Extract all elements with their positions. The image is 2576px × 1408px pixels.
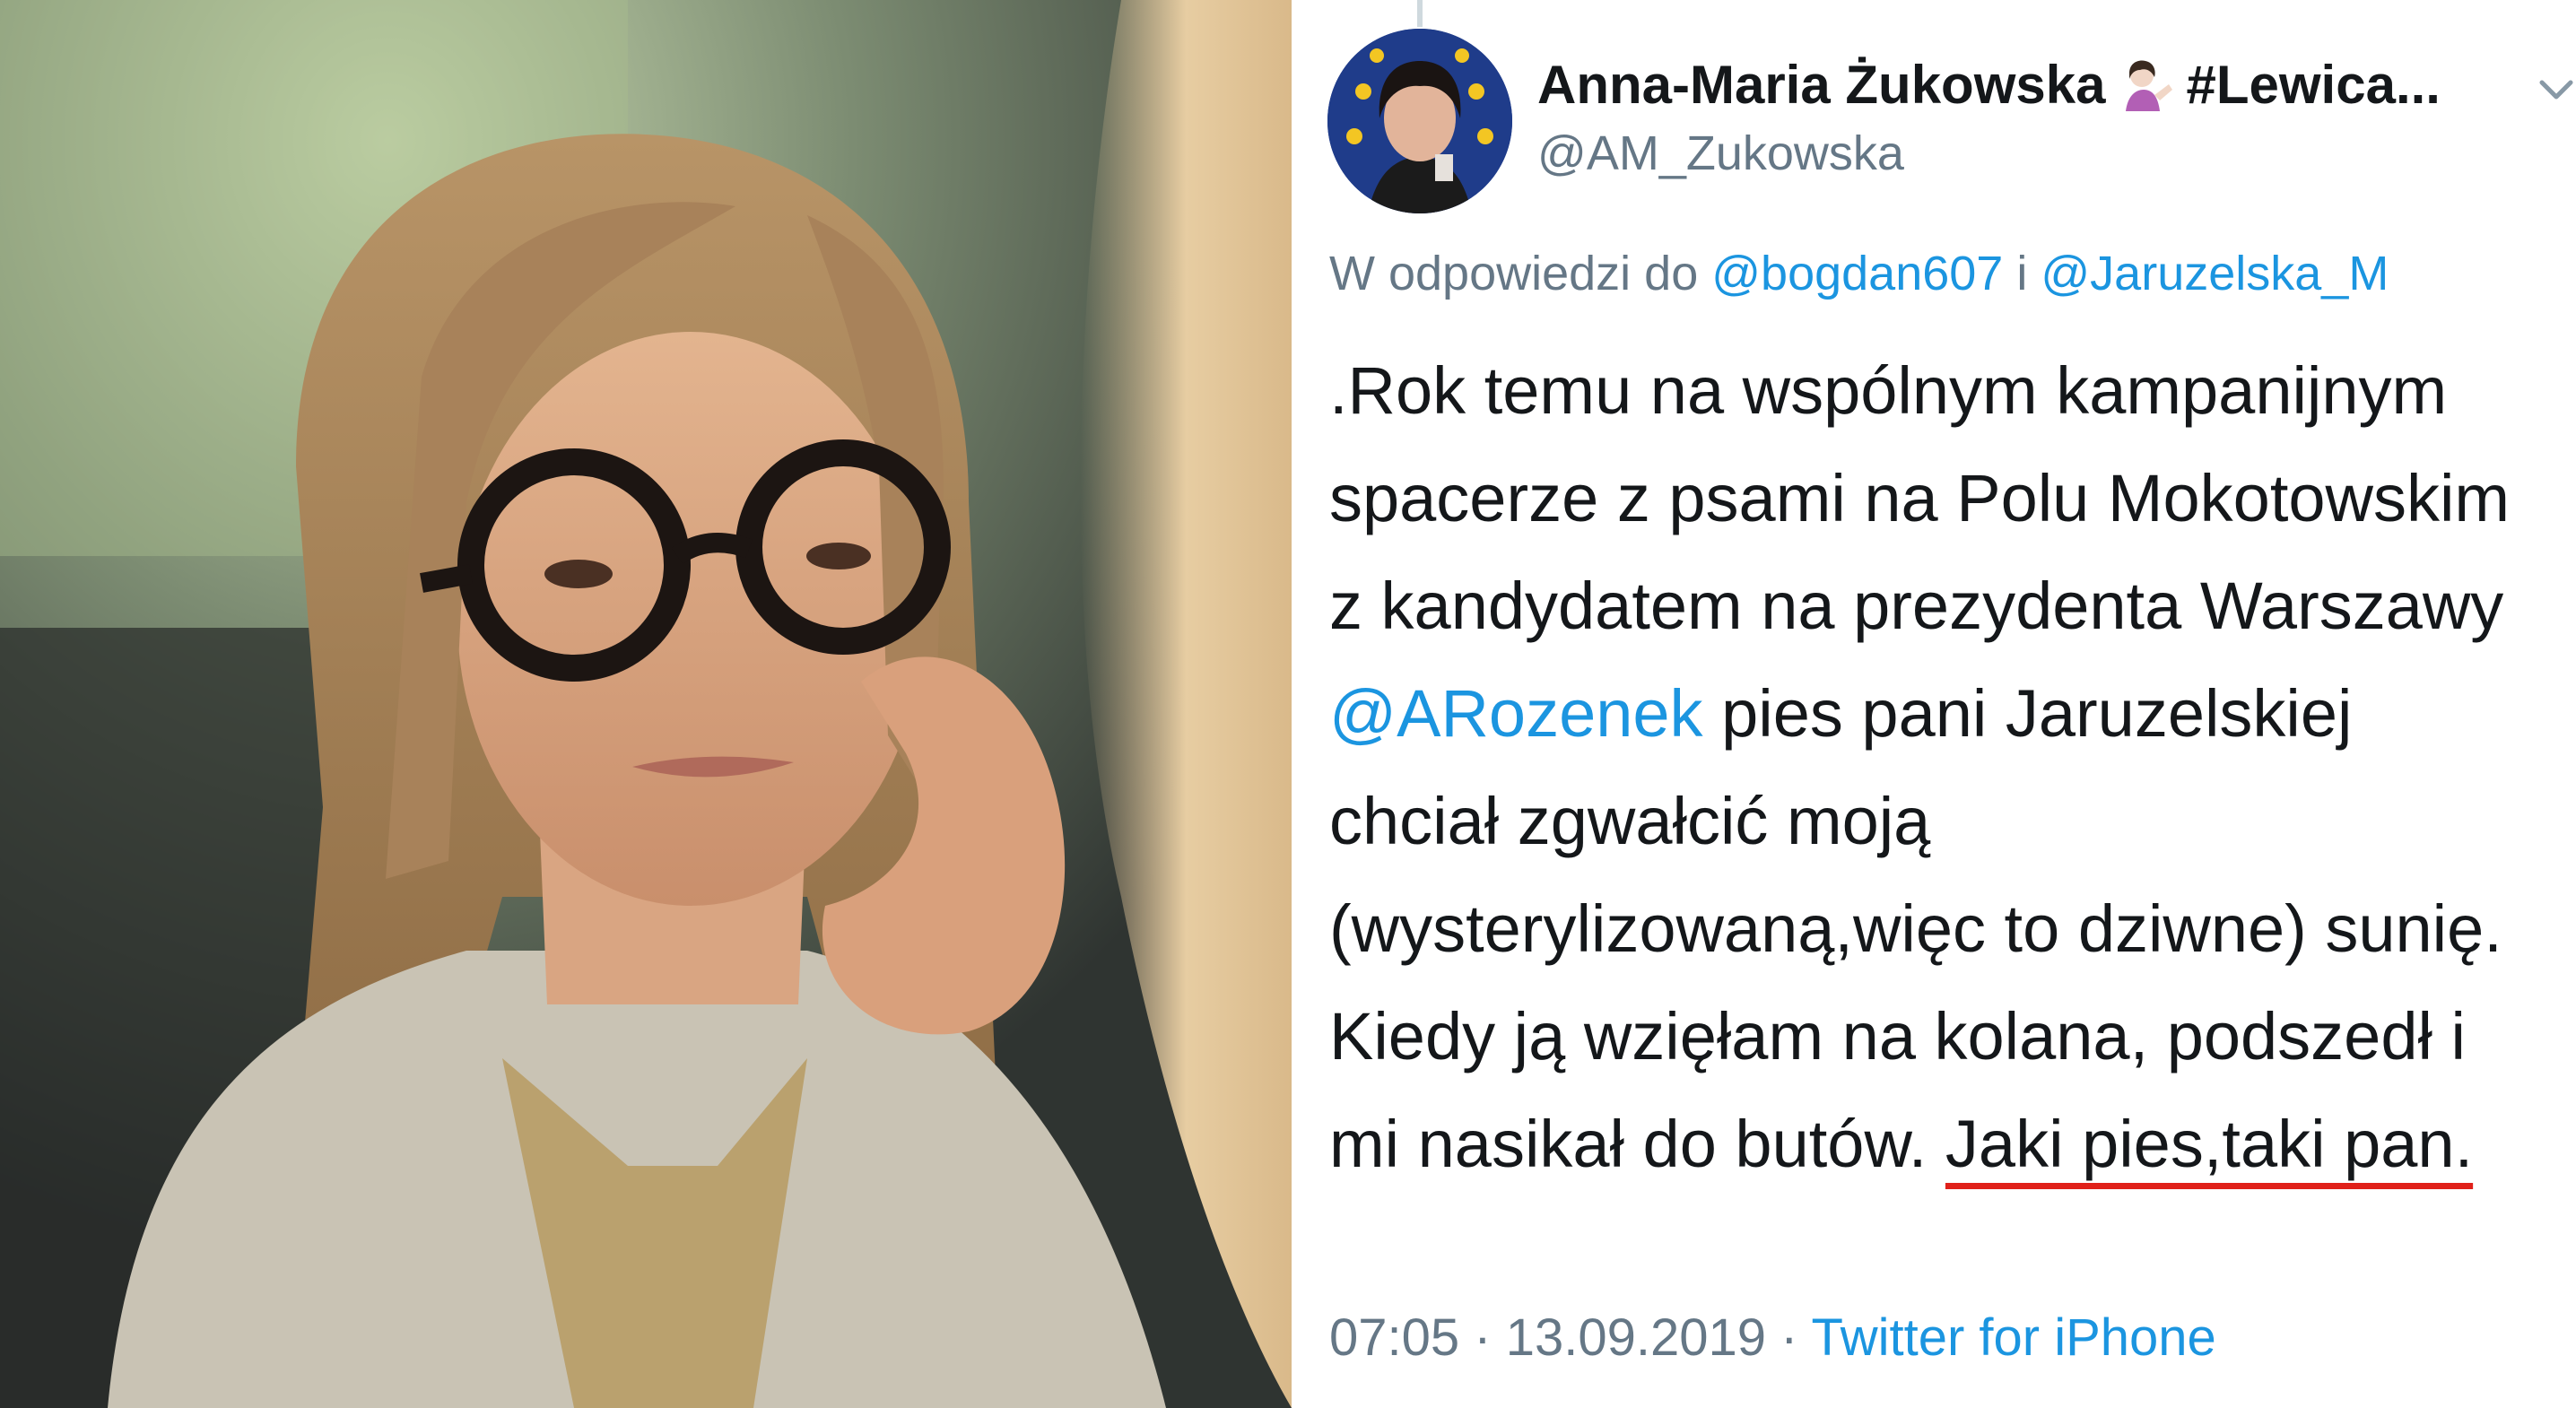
person-tipping-hand-emoji-icon xyxy=(2119,57,2174,113)
meta-separator: · xyxy=(1766,1308,1812,1367)
reply-mention-bogdan607[interactable]: @bogdan607 xyxy=(1711,247,2003,300)
author-handle[interactable]: @AM_Zukowska xyxy=(1537,126,1904,181)
tweet-text-line: .Rok temu na wspólnym kampanijnym xyxy=(1329,353,2448,428)
portrait-photo xyxy=(0,0,1292,1408)
reply-mention-jaruzelska[interactable]: @Jaruzelska_M xyxy=(2041,247,2389,300)
avatar[interactable] xyxy=(1327,29,1512,213)
underlined-phrase: Jaki pies,taki pan. xyxy=(1945,1107,2474,1181)
tweet-text-line: z kandydatem na prezydenta Warszawy xyxy=(1329,569,2504,643)
tweet-time: 07:05 xyxy=(1329,1308,1460,1367)
body-mention-arozenek[interactable]: @ARozenek xyxy=(1329,676,1703,751)
tweet-text-line: (wysterylizowaną,więc to dziwne) sunię. xyxy=(1329,891,2502,966)
reply-joiner: i xyxy=(2003,247,2041,300)
tweet-text: .Rok temu na wspólnym kampanijnym spacer… xyxy=(1329,337,2576,1198)
author-name[interactable]: Anna-Maria Żukowska #Lewica... xyxy=(1537,54,2441,116)
tweet-text-fragment: mi nasikał do butów. xyxy=(1329,1107,1945,1181)
tweet-text-line: @ARozenek pies pani Jaruzelskiej xyxy=(1329,660,2576,768)
name-suffix: #Lewica... xyxy=(2186,55,2441,115)
tweet-date: 13.09.2019 xyxy=(1505,1308,1766,1367)
tweet-text-line: mi nasikał do butów. Jaki pies,taki pan. xyxy=(1329,1091,2576,1198)
tweet-text-line: Kiedy ją wzięłam na kolana, podszedł i xyxy=(1329,999,2466,1073)
tweet-text-line: chciał zgwałcić moją xyxy=(1329,784,1931,858)
tweet-source-link[interactable]: Twitter for iPhone xyxy=(1812,1308,2216,1367)
meta-separator: · xyxy=(1459,1308,1506,1367)
tweet-card[interactable]: Anna-Maria Żukowska #Lewica... @AM_Zukow… xyxy=(1299,0,2576,1408)
thread-line xyxy=(1417,0,1423,27)
display-name: Anna-Maria Żukowska xyxy=(1537,55,2106,115)
reply-context: W odpowiedzi do @bogdan607 i @Jaruzelska… xyxy=(1329,246,2389,301)
reply-prefix: W odpowiedzi do xyxy=(1329,247,1712,300)
tweet-text-line: spacerze z psami na Polu Mokotowskim xyxy=(1329,461,2511,535)
chevron-down-icon[interactable] xyxy=(2537,70,2576,109)
tweet-text-fragment: pies pani Jaruzelskiej xyxy=(1702,676,2353,751)
panel-divider xyxy=(1292,0,1299,1408)
tweet-meta: 07:05 · 13.09.2019 · Twitter for iPhone xyxy=(1329,1308,2216,1368)
